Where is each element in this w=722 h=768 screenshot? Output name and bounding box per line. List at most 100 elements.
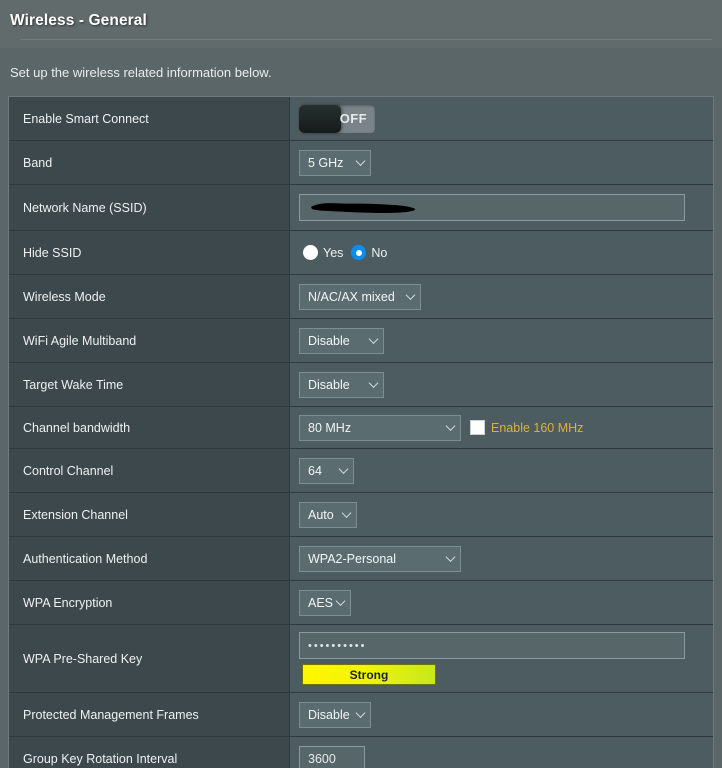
chevron-down-icon [445,551,456,562]
psk-stack: •••••••••• Strong [299,625,685,692]
row-value-agile-multiband: Disable [290,319,713,362]
table-row-smart-connect: Enable Smart Connect OFF [9,97,713,141]
table-row-wpa-encryption: WPA Encryption AES [9,581,713,625]
chevron-down-icon [338,463,349,474]
extension-channel-select[interactable]: Auto [299,501,357,528]
channel-bandwidth-select-value: 80 MHz [308,420,352,435]
row-value-auth-method: WPA2-Personal [290,537,713,580]
radio-no-icon[interactable] [351,245,367,260]
wpa-encryption-select-value: AES [308,595,334,610]
channel-bandwidth-select[interactable]: 80 MHz [299,414,461,441]
table-row-pmf: Protected Management Frames Disable [9,693,713,737]
row-label-agile-multiband: WiFi Agile Multiband [9,319,290,362]
table-row-channel-bandwidth: Channel bandwidth 80 MHz Enable 160 MHz [9,407,713,449]
page-subtitle: Set up the wireless related information … [10,64,272,80]
band-select-value: 5 GHz [308,155,344,170]
wireless-general-page: Wireless - General Set up the wireless r… [0,0,722,768]
radio-yes-icon[interactable] [303,245,318,260]
agile-multiband-select[interactable]: Disable [299,327,384,354]
wpa-encryption-select[interactable]: AES [299,589,351,616]
enable-160mhz-checkbox-wrap[interactable]: Enable 160 MHz [470,420,583,435]
row-label-control-channel: Control Channel [9,449,290,492]
row-label-band: Band [9,141,290,184]
hide-ssid-option-no[interactable]: No [351,245,387,260]
table-row-ssid: Network Name (SSID) [9,185,713,231]
row-label-auth-method: Authentication Method [9,537,290,580]
table-row-auth-method: Authentication Method WPA2-Personal [9,537,713,581]
page-subtitle-bar: Set up the wireless related information … [0,48,722,96]
row-value-psk: •••••••••• Strong [290,625,713,692]
chevron-down-icon [355,155,366,166]
row-value-group-key: 3600 [290,737,713,768]
row-value-smart-connect: OFF [290,97,713,140]
target-wake-time-select[interactable]: Disable [299,371,384,398]
row-value-ssid [290,185,713,230]
row-label-wpa-encryption: WPA Encryption [9,581,290,624]
control-channel-select-value: 64 [308,463,322,478]
row-value-extension-channel: Auto [290,493,713,536]
row-value-wireless-mode: N/AC/AX mixed [290,275,713,318]
chevron-down-icon [405,289,416,300]
row-value-channel-bandwidth: 80 MHz Enable 160 MHz [290,407,713,448]
table-row-target-wake-time: Target Wake Time Disable [9,363,713,407]
row-label-group-key: Group Key Rotation Interval [9,737,290,768]
row-label-wireless-mode: Wireless Mode [9,275,290,318]
hide-ssid-radio-group: Yes No [299,245,387,260]
row-value-control-channel: 64 [290,449,713,492]
band-select[interactable]: 5 GHz [299,149,371,176]
wireless-mode-select[interactable]: N/AC/AX mixed [299,283,421,310]
target-wake-time-select-value: Disable [308,377,350,392]
pmf-select-value: Disable [308,707,350,722]
table-row-agile-multiband: WiFi Agile Multiband Disable [9,319,713,363]
row-value-pmf: Disable [290,693,713,736]
row-value-target-wake-time: Disable [290,363,713,406]
enable-160mhz-checkbox[interactable] [470,420,485,435]
chevron-down-icon [341,507,352,518]
wireless-settings-table: Enable Smart Connect OFF Band 5 GHz Netw… [8,96,714,768]
control-channel-select[interactable]: 64 [299,457,354,484]
wireless-mode-select-value: N/AC/AX mixed [308,289,395,304]
agile-multiband-select-value: Disable [308,333,350,348]
radio-yes-label: Yes [323,245,344,260]
row-value-band: 5 GHz [290,141,713,184]
row-label-psk: WPA Pre-Shared Key [9,625,290,692]
row-label-channel-bandwidth: Channel bandwidth [9,407,290,448]
row-label-extension-channel: Extension Channel [9,493,290,536]
extension-channel-select-value: Auto [308,507,334,522]
table-row-hide-ssid: Hide SSID Yes No [9,231,713,275]
table-row-extension-channel: Extension Channel Auto [9,493,713,537]
chevron-down-icon [445,420,456,431]
group-key-input[interactable]: 3600 [299,745,365,768]
group-key-value: 3600 [308,752,336,766]
chevron-down-icon [355,707,366,718]
table-row-band: Band 5 GHz [9,141,713,185]
table-row-psk: WPA Pre-Shared Key •••••••••• Strong [9,625,713,693]
row-label-hide-ssid: Hide SSID [9,231,290,274]
password-strength-label: Strong [349,667,389,682]
password-strength-bar: Strong [302,664,436,685]
hide-ssid-option-yes[interactable]: Yes [303,245,343,260]
row-label-target-wake-time: Target Wake Time [9,363,290,406]
title-divider [20,39,712,40]
auth-method-select[interactable]: WPA2-Personal [299,545,461,572]
ssid-redaction-scribble [308,200,426,215]
chevron-down-icon [368,377,379,388]
page-header: Wireless - General [0,0,722,48]
row-label-pmf: Protected Management Frames [9,693,290,736]
chevron-down-icon [368,333,379,344]
radio-no-label: No [371,245,388,260]
table-row-group-key: Group Key Rotation Interval 3600 [9,737,713,768]
psk-masked-value: •••••••••• [308,639,367,652]
ssid-input[interactable] [299,194,685,221]
row-label-ssid: Network Name (SSID) [9,185,290,230]
row-value-hide-ssid: Yes No [290,231,713,274]
smart-connect-toggle[interactable]: OFF [299,104,375,133]
toggle-knob [299,104,341,133]
enable-160mhz-label: Enable 160 MHz [491,420,584,435]
pmf-select[interactable]: Disable [299,701,371,728]
table-row-control-channel: Control Channel 64 [9,449,713,493]
table-row-wireless-mode: Wireless Mode N/AC/AX mixed [9,275,713,319]
chevron-down-icon [335,595,346,606]
psk-input[interactable]: •••••••••• [299,632,685,659]
row-label-smart-connect: Enable Smart Connect [9,97,290,140]
